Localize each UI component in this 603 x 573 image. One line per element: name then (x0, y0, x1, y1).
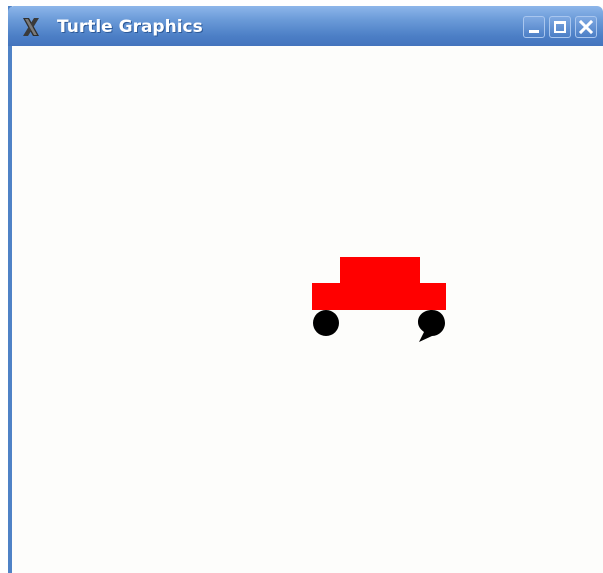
car-roof (340, 257, 420, 284)
maximize-icon (554, 21, 566, 33)
close-icon (578, 19, 594, 35)
minimize-icon (529, 30, 539, 33)
front-wheel-turtle (418, 310, 445, 342)
rear-wheel (313, 310, 339, 336)
window-titlebar[interactable]: Turtle Graphics (8, 6, 603, 46)
maximize-button[interactable] (549, 16, 571, 38)
turtle-drawing (312, 257, 446, 342)
x-window-icon[interactable] (20, 16, 42, 38)
minimize-button[interactable] (523, 16, 545, 38)
close-button[interactable] (575, 16, 597, 38)
turtle-canvas[interactable] (12, 46, 603, 573)
car-body (312, 283, 446, 310)
window-title: Turtle Graphics (57, 17, 203, 37)
